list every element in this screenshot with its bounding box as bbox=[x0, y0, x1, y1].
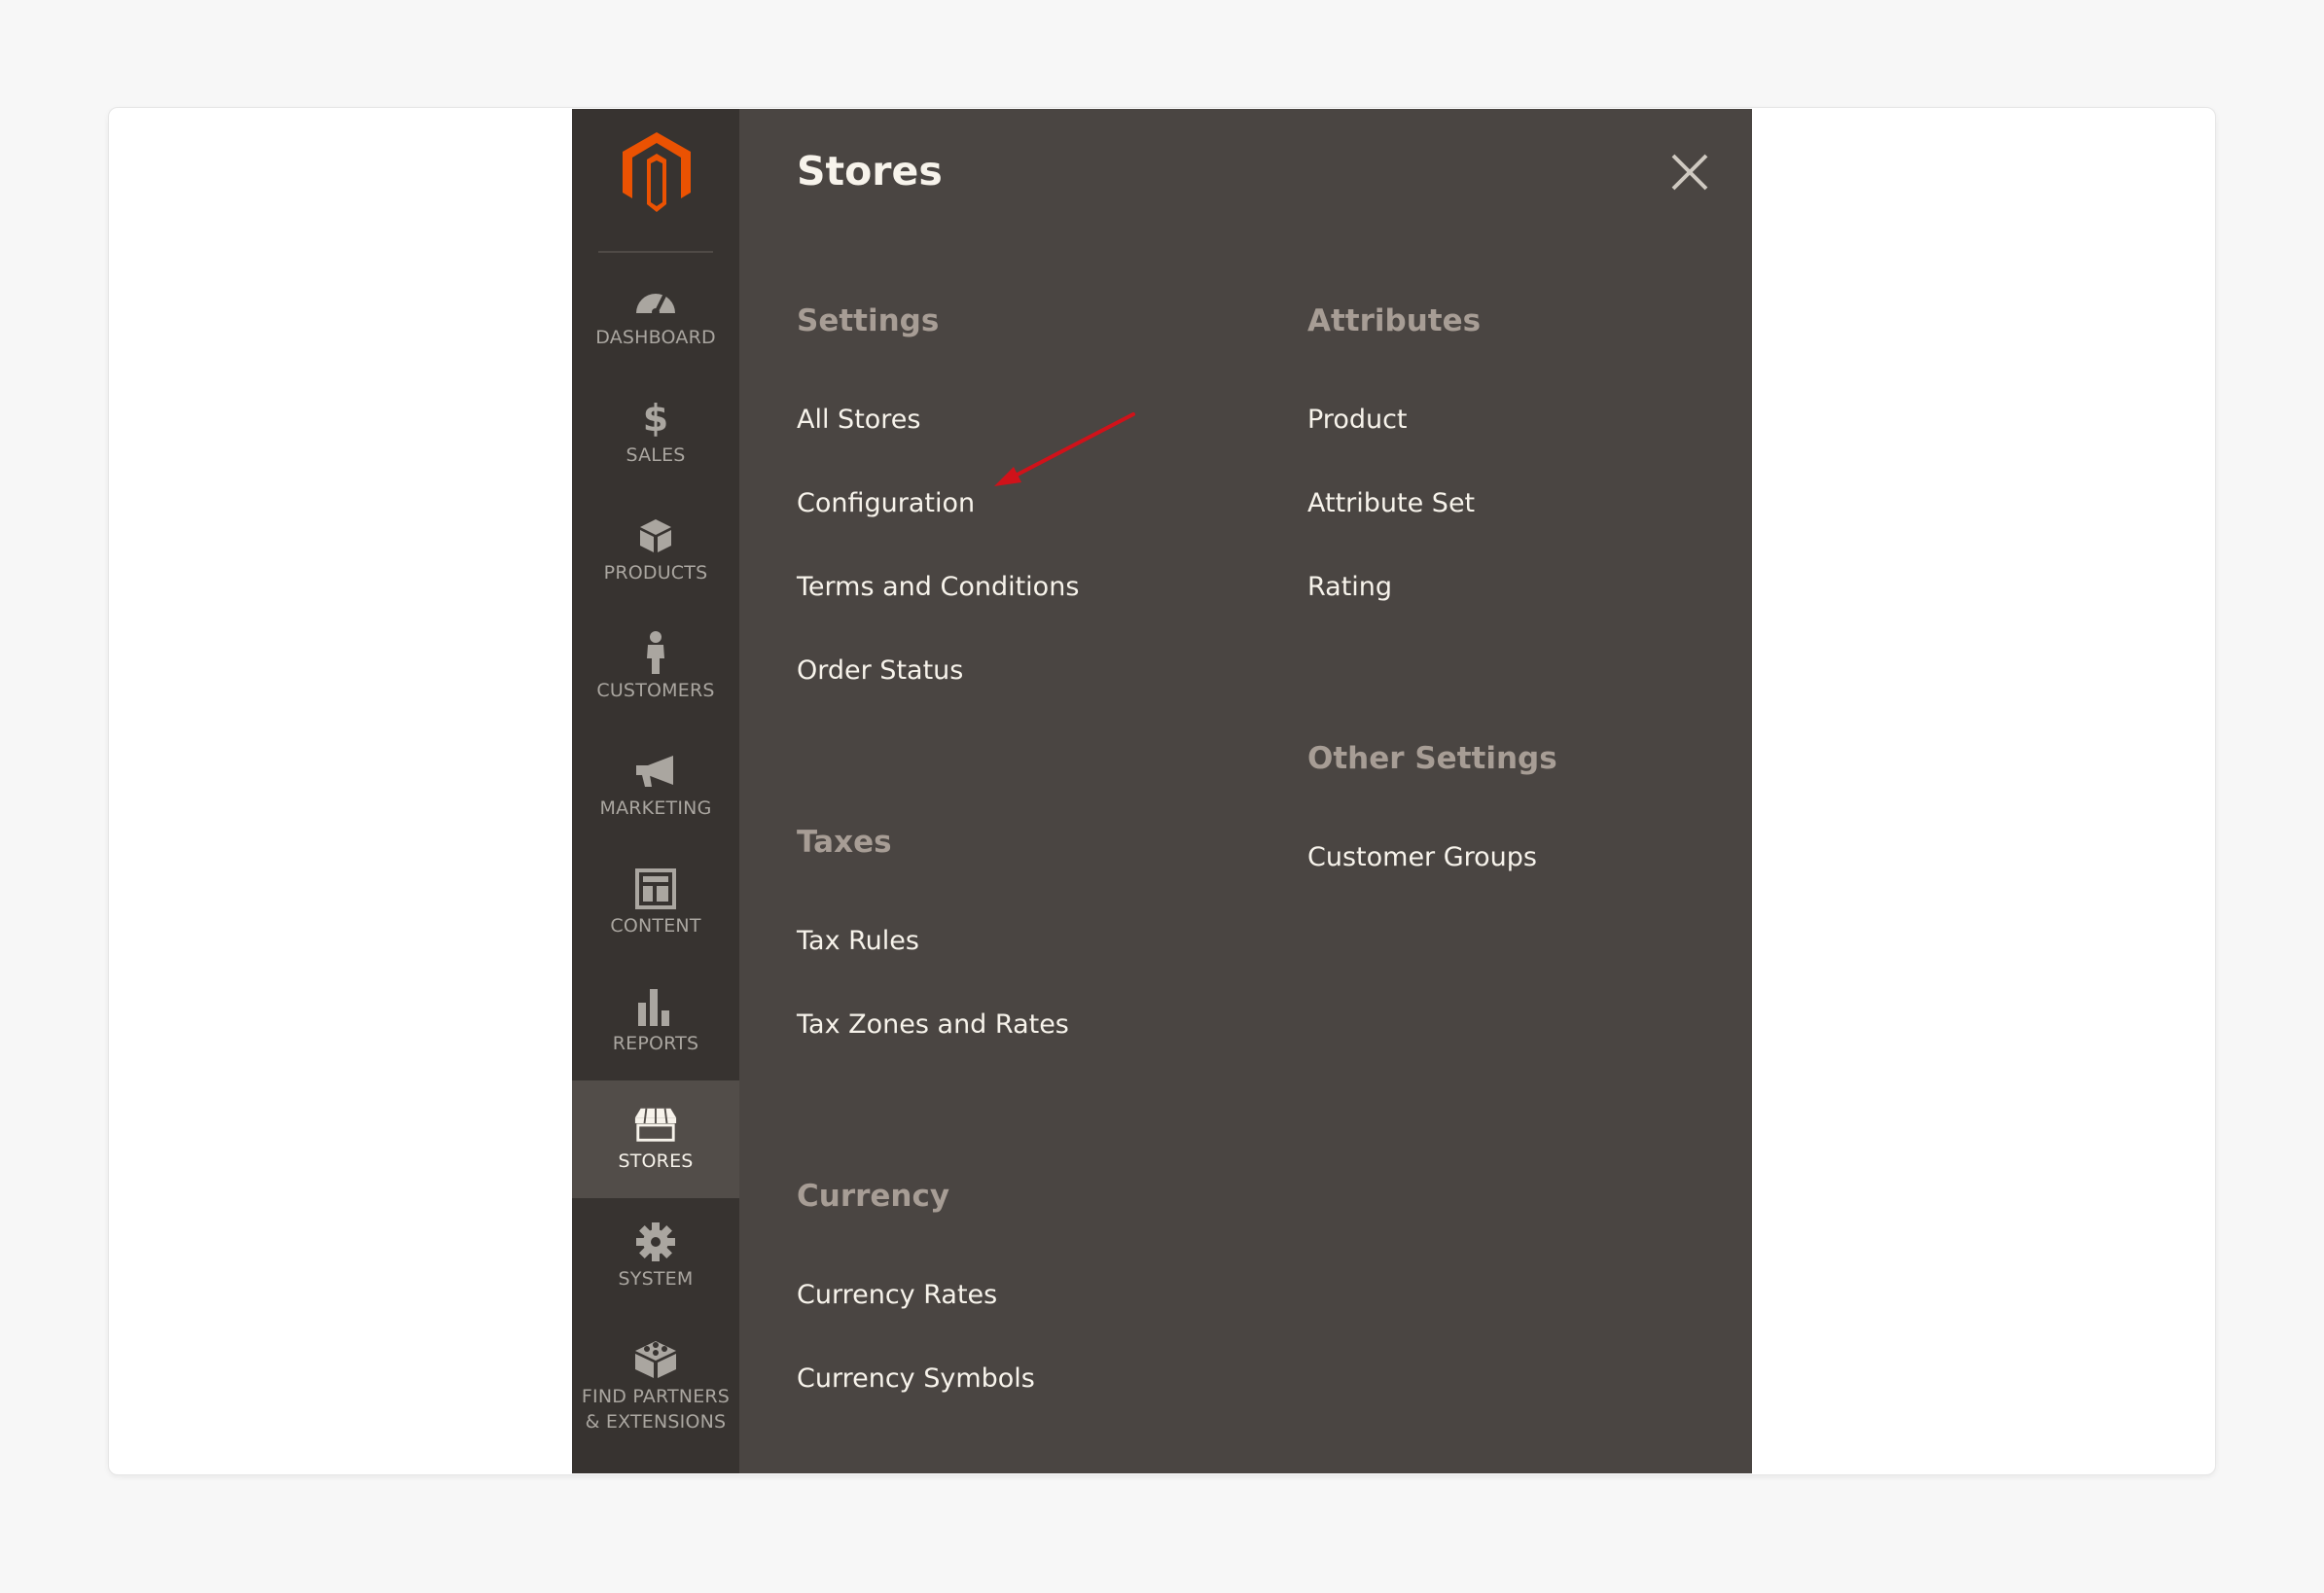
menu-link-currency-symbols[interactable]: Currency Symbols bbox=[797, 1363, 1035, 1394]
nav-label-dashboard: DASHBOARD bbox=[595, 327, 716, 348]
nav-item-products[interactable]: PRODUCTS bbox=[572, 492, 739, 610]
dashboard-icon bbox=[633, 282, 678, 319]
nav-label-stores: STORES bbox=[618, 1150, 694, 1172]
box-icon bbox=[633, 517, 678, 554]
megaphone-icon bbox=[633, 753, 678, 790]
nav-item-sales[interactable]: $ SALES bbox=[572, 374, 739, 492]
panel-title: Stores bbox=[797, 148, 943, 195]
section-title-attributes: Attributes bbox=[1307, 303, 1482, 338]
admin-sidebar: DASHBOARD $ SALES PRODUCTS CUSTOMERS MAR… bbox=[572, 109, 739, 1473]
nav-item-customers[interactable]: CUSTOMERS bbox=[572, 610, 739, 727]
nav-label-system: SYSTEM bbox=[618, 1268, 694, 1290]
section-title-settings: Settings bbox=[797, 303, 940, 338]
nav-label-products: PRODUCTS bbox=[603, 562, 708, 584]
menu-link-order-status[interactable]: Order Status bbox=[797, 655, 963, 686]
menu-link-tax-rules[interactable]: Tax Rules bbox=[797, 926, 919, 956]
menu-link-tax-zones-and-rates[interactable]: Tax Zones and Rates bbox=[797, 1009, 1069, 1040]
extensions-icon bbox=[633, 1341, 678, 1378]
section-title-taxes: Taxes bbox=[797, 825, 892, 860]
gear-icon bbox=[633, 1222, 678, 1261]
menu-link-attribute-set[interactable]: Attribute Set bbox=[1307, 488, 1475, 518]
menu-link-customer-groups[interactable]: Customer Groups bbox=[1307, 842, 1537, 872]
stores-flyout-panel: Stores Settings All Stores Configuration… bbox=[739, 109, 1752, 1473]
menu-link-all-stores[interactable]: All Stores bbox=[797, 405, 921, 435]
bar-chart-icon bbox=[633, 988, 678, 1026]
storefront-icon bbox=[633, 1106, 678, 1143]
section-title-currency: Currency bbox=[797, 1179, 950, 1214]
nav-item-find-partners[interactable]: FIND PARTNERS & EXTENSIONS bbox=[572, 1316, 739, 1462]
person-icon bbox=[633, 631, 678, 674]
nav-item-marketing[interactable]: MARKETING bbox=[572, 727, 739, 845]
layout-icon bbox=[633, 868, 678, 909]
nav-label-find-partners: FIND PARTNERS & EXTENSIONS bbox=[582, 1384, 730, 1434]
annotation-arrow bbox=[994, 412, 1135, 486]
nav-label-line-2: & EXTENSIONS bbox=[585, 1411, 727, 1433]
nav-label-marketing: MARKETING bbox=[599, 797, 712, 819]
nav-label-content: CONTENT bbox=[610, 915, 701, 937]
nav-item-reports[interactable]: REPORTS bbox=[572, 963, 739, 1080]
nav-label-sales: SALES bbox=[626, 444, 686, 466]
close-icon[interactable] bbox=[1665, 148, 1714, 196]
menu-link-rating[interactable]: Rating bbox=[1307, 572, 1392, 602]
nav-item-stores[interactable]: STORES bbox=[572, 1080, 739, 1198]
nav-label-customers: CUSTOMERS bbox=[596, 680, 715, 701]
dollar-icon: $ bbox=[642, 397, 669, 440]
menu-link-product[interactable]: Product bbox=[1307, 405, 1408, 435]
nav-label-line-1: FIND PARTNERS bbox=[581, 1386, 731, 1407]
nav-item-dashboard[interactable]: DASHBOARD bbox=[572, 257, 739, 374]
logo-divider bbox=[598, 251, 713, 253]
nav-item-system[interactable]: SYSTEM bbox=[572, 1198, 739, 1316]
magento-logo-icon[interactable] bbox=[621, 130, 693, 214]
menu-link-terms-and-conditions[interactable]: Terms and Conditions bbox=[797, 572, 1079, 602]
nav-label-reports: REPORTS bbox=[612, 1033, 699, 1054]
menu-link-currency-rates[interactable]: Currency Rates bbox=[797, 1280, 997, 1310]
menu-link-configuration[interactable]: Configuration bbox=[797, 488, 975, 518]
nav-item-content[interactable]: CONTENT bbox=[572, 845, 739, 963]
section-title-other-settings: Other Settings bbox=[1307, 741, 1557, 776]
